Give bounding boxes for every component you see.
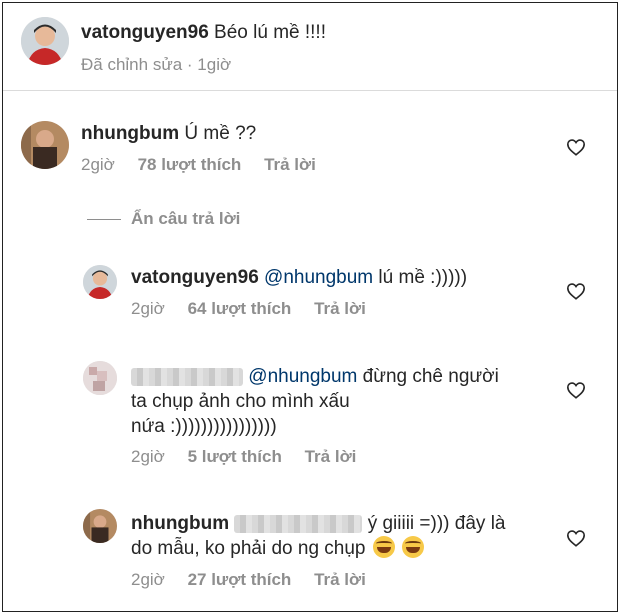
reply-text-line: do mẫu, ko phải do ng chụp: [131, 538, 366, 559]
heart-outline-icon[interactable]: [566, 282, 586, 300]
rofl-emoji-icon: [372, 536, 395, 558]
edited-label: Đã chỉnh sửa: [81, 55, 183, 74]
caption-text: Béo lú mề !!!!: [214, 22, 326, 43]
likes-count[interactable]: 27 lượt thích: [188, 570, 292, 589]
reply-time[interactable]: 2giờ: [131, 447, 165, 466]
comment-username[interactable]: nhungbum: [81, 123, 179, 144]
blurred-username[interactable]: [131, 367, 243, 386]
reply-text-line: nứa :)))))))))))))))): [131, 416, 277, 437]
avatar-blurred[interactable]: [83, 361, 117, 395]
avatar-photo: [83, 509, 117, 543]
blurred-photo: [83, 361, 117, 395]
likes-count[interactable]: 78 lượt thích: [138, 155, 242, 174]
heart-outline-icon[interactable]: [566, 381, 586, 399]
reply-text: đừng chê người: [362, 366, 499, 387]
heart-outline-icon[interactable]: [566, 138, 586, 156]
likes-count[interactable]: 5 lượt thích: [188, 447, 282, 466]
reply-time[interactable]: 2giờ: [131, 570, 165, 589]
avatar[interactable]: [83, 265, 117, 299]
avatar[interactable]: [83, 509, 117, 543]
reply-time[interactable]: 2giờ: [131, 299, 165, 318]
blurred-mention[interactable]: [234, 514, 363, 533]
reply-button[interactable]: Trả lời: [305, 447, 357, 466]
caption-username[interactable]: vatonguyen96: [81, 22, 209, 43]
reply-button[interactable]: Trả lời: [264, 155, 316, 174]
avatar-photo: [21, 121, 69, 169]
mention-link[interactable]: @nhungbum: [248, 366, 357, 387]
meta-separator: ·: [186, 55, 193, 74]
reply-text: ý giiiii =))) đây là: [367, 513, 506, 534]
reply-text: lú mề :))))): [378, 267, 468, 288]
mention-link[interactable]: @nhungbum: [264, 267, 373, 288]
comments-panel: vatonguyen96 Béo lú mề !!!! Đã chỉnh sửa…: [2, 2, 618, 612]
rofl-emoji-icon: [402, 536, 425, 558]
likes-count[interactable]: 64 lượt thích: [188, 299, 292, 318]
caption-time[interactable]: 1giờ: [197, 55, 231, 74]
reply-button[interactable]: Trả lời: [314, 299, 366, 318]
post-caption: vatonguyen96 Béo lú mề !!!! Đã chỉnh sửa…: [3, 3, 617, 91]
hide-replies-line: [87, 219, 121, 220]
reply-button[interactable]: Trả lời: [314, 570, 366, 589]
avatar-photo: [21, 17, 69, 65]
heart-outline-icon[interactable]: [566, 529, 586, 547]
reply-text-line: ta chụp ảnh cho mình xấu: [131, 391, 350, 412]
comment-time[interactable]: 2giờ: [81, 155, 115, 174]
avatar[interactable]: [21, 17, 69, 65]
reply-username[interactable]: vatonguyen96: [131, 267, 259, 288]
hide-replies-button[interactable]: Ẩn câu trả lời: [131, 209, 240, 228]
avatar[interactable]: [21, 121, 69, 169]
comment-text: Ú mề ??: [184, 123, 257, 144]
reply-username[interactable]: nhungbum: [131, 513, 229, 534]
avatar-photo: [83, 265, 117, 299]
